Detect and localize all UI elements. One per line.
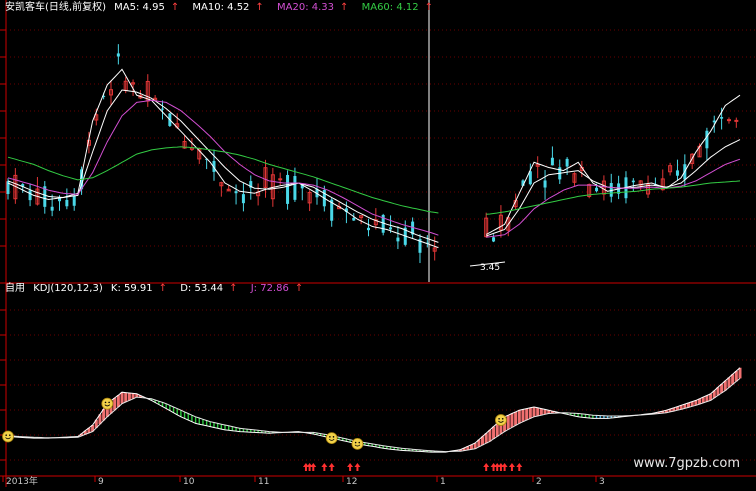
x-axis-label: 10 xyxy=(183,477,195,487)
smiley-eye xyxy=(354,441,357,444)
candle-body-down xyxy=(65,199,69,207)
x-axis-label: 12 xyxy=(346,477,357,487)
candle-body-down xyxy=(28,190,32,201)
candle-body-up xyxy=(726,119,731,122)
d-line xyxy=(7,378,741,453)
candle-body-down xyxy=(550,157,554,166)
ma5-value: MA5: 4.95 ↑ xyxy=(114,2,180,13)
x-axis-label: 9 xyxy=(98,477,104,487)
candle-body-down xyxy=(234,191,238,194)
smiley-face xyxy=(2,430,14,443)
candle-body-down xyxy=(352,217,356,221)
k-value: K: 59.91 ↑ xyxy=(110,283,168,294)
candle-body-down xyxy=(595,187,599,192)
buy-signal-arrow-icon xyxy=(516,463,523,471)
up-arrow-icon: ↑ xyxy=(294,283,304,294)
candle-body-up xyxy=(278,178,283,181)
chart-canvas: 2013年 9 10 11 12 1 2 3 3.45 xyxy=(0,0,756,487)
smiley-face xyxy=(495,414,507,426)
smiley-eye xyxy=(358,441,361,444)
candle-body-down xyxy=(160,108,164,110)
x-axis-label: 2013年 xyxy=(6,475,38,487)
candle-body-down xyxy=(50,206,54,211)
candle-body-down xyxy=(72,195,76,206)
ma20-value: MA20: 4.33 ↑ xyxy=(277,2,349,13)
x-axis-label: 11 xyxy=(258,477,269,487)
smiley-eye xyxy=(108,401,110,404)
price-low-label: 3.45 xyxy=(480,263,500,273)
stock-name: 安凯客车(日线,前复权) xyxy=(5,2,106,13)
buy-signal-arrow-icon xyxy=(483,463,490,471)
buy-signal-arrow-icon xyxy=(328,463,335,471)
up-arrow-icon: ↑ xyxy=(424,2,433,13)
x-axis-label: 3 xyxy=(599,477,605,487)
candle-body-down xyxy=(389,227,393,230)
up-arrow-icon: ↑ xyxy=(340,2,349,13)
smiley-icon xyxy=(325,432,338,445)
ma10-value: MA10: 4.52 ↑ xyxy=(192,2,264,13)
smiley-eye xyxy=(498,417,500,420)
smiley-icon xyxy=(495,414,507,426)
ma-line-3 xyxy=(7,99,741,238)
smiley-icon xyxy=(351,437,364,450)
x-axis-label: 2 xyxy=(536,477,542,487)
candle-body-down xyxy=(366,227,370,231)
ma60-value: MA60: 4.12 ↑ xyxy=(361,2,433,13)
buy-signal-arrow-icon xyxy=(310,463,317,471)
buy-signal-arrow-icon xyxy=(354,463,361,471)
stock-chart-window: 2013年 9 10 11 12 1 2 3 3.45 安凯客车(日线,前复权) MA5: 4… xyxy=(0,0,756,487)
candle-body-down xyxy=(293,176,297,200)
smiley-eye xyxy=(9,434,11,436)
smiley-eye xyxy=(329,436,331,438)
candle-body-down xyxy=(675,170,679,176)
smiley-icon xyxy=(101,397,114,410)
j-value: J: 72.86 ↑ xyxy=(250,283,304,294)
up-arrow-icon: ↑ xyxy=(255,2,264,13)
smiley-eye xyxy=(501,417,504,420)
up-arrow-icon: ↑ xyxy=(158,283,168,294)
x-axis-labels: 2013年 9 10 11 12 1 2 3 xyxy=(2,475,605,487)
up-arrow-icon: ↑ xyxy=(170,2,180,13)
indicator-header: 自用 KDJ(120,12,3) K: 59.91 ↑ D: 53.44 ↑ J: … xyxy=(5,283,313,295)
smiley-eye xyxy=(5,434,7,436)
smiley-face xyxy=(325,432,338,445)
buy-signal-arrow-icon xyxy=(501,463,508,471)
candle-body-down xyxy=(631,180,635,183)
buy-signal-arrow-icon xyxy=(347,463,354,471)
candle-body-down xyxy=(565,158,569,167)
axes-layer xyxy=(0,0,756,487)
buy-signal-arrow-icon xyxy=(508,463,515,471)
kdj-params: KDJ(120,12,3) xyxy=(33,283,103,294)
up-arrow-icon: ↑ xyxy=(229,283,238,294)
candle-body-down xyxy=(241,194,245,204)
candle-body-down xyxy=(705,130,709,149)
smiley-eye xyxy=(104,401,107,404)
ma-line-4 xyxy=(7,146,741,215)
smiley-icon xyxy=(2,430,14,443)
main-chart-header: 安凯客车(日线,前复权) MA5: 4.95 ↑ MA10: 4.52 ↑ MA20… xyxy=(5,2,443,14)
buy-signal-arrow-icon xyxy=(321,463,328,471)
moving-average-layer xyxy=(7,68,741,267)
x-axis-label: 1 xyxy=(440,477,446,487)
smiley-eye xyxy=(332,436,335,438)
candle-body-down xyxy=(116,53,120,57)
formula-name: 自用 xyxy=(5,283,25,294)
candlestick-layer xyxy=(6,44,739,264)
smiley-face xyxy=(351,437,364,450)
candle-body-down xyxy=(712,120,716,123)
d-value: D: 53.44 ↑ xyxy=(180,283,238,294)
candle-body-up xyxy=(734,119,739,122)
candle-body-down xyxy=(720,117,724,119)
candle-body-down xyxy=(543,180,547,188)
candle-body-down xyxy=(396,237,400,242)
ma-line-2 xyxy=(7,89,741,243)
candle-body-down xyxy=(492,237,496,242)
smiley-face xyxy=(101,397,114,410)
watermark-text: www.7gpzb.com xyxy=(633,456,740,471)
candle-body-down xyxy=(286,174,290,204)
